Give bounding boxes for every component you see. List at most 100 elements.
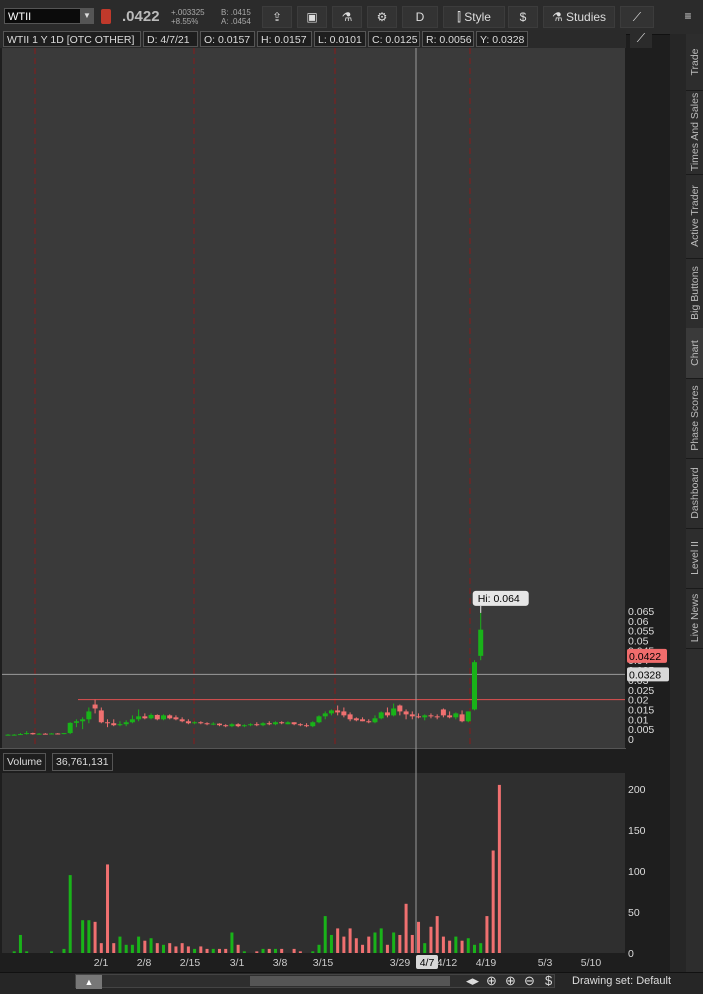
candle-body (335, 710, 341, 713)
share-icon[interactable]: ⇪ (262, 6, 292, 28)
side-tab-active-trader[interactable]: Active Trader (686, 174, 703, 259)
volume-tick-label: 0 (628, 948, 634, 960)
volume-bar (435, 916, 439, 953)
volume-bar (236, 944, 240, 953)
volume-bar (398, 934, 402, 953)
drawing-tools-icon[interactable]: ⟋ (620, 6, 654, 28)
dollar-icon[interactable]: $ (508, 6, 538, 28)
studies-button[interactable]: ⚗ Studies (543, 6, 615, 28)
ask-price: A: .0454 (221, 17, 251, 26)
cursor-price-bubble-label: 0.0328 (629, 669, 661, 681)
zoom-in-icon[interactable]: ⊕ (505, 973, 516, 989)
volume-bar (124, 944, 128, 953)
candle-body (30, 733, 36, 735)
volume-bar (25, 951, 29, 953)
chart-area[interactable]: 00.0050.010.0150.020.0250.030.0350.040.0… (0, 34, 670, 974)
volume-bar (329, 934, 333, 953)
volume-bar (93, 921, 97, 953)
volume-bar (292, 948, 296, 953)
price-tick-label: 0.065 (628, 606, 654, 618)
volume-bar (168, 943, 172, 953)
candle-body (310, 722, 316, 727)
panel-divider (0, 748, 626, 749)
dollar-icon[interactable]: $ (545, 973, 552, 988)
candle-body (254, 724, 260, 726)
drawing-set-label[interactable]: Drawing set: Default (572, 975, 671, 987)
flask-icon[interactable]: ⚗ (332, 6, 362, 28)
x-tick-label: 4/12 (437, 957, 458, 969)
candle-body (248, 724, 254, 726)
candle-body (86, 711, 92, 720)
high-bubble-label: Hi: 0.064 (478, 593, 520, 605)
candle-body (210, 723, 216, 725)
candle-body (61, 733, 67, 735)
side-tab-label: Live News (688, 593, 701, 643)
candle-body (272, 722, 278, 725)
side-tab-phase-scores[interactable]: Phase Scores (686, 378, 703, 459)
candle-body (129, 719, 135, 723)
style-button[interactable]: ⫿ Style (443, 6, 505, 28)
candle-body (304, 725, 310, 727)
volume-bar (130, 944, 134, 953)
volume-bar (87, 920, 91, 953)
volume-bar (106, 864, 110, 953)
candle-body (397, 705, 403, 712)
candle-body (360, 719, 366, 722)
volume-bar (50, 951, 54, 953)
volume-bar (473, 944, 476, 953)
style-label: Style (464, 10, 491, 24)
side-tab-label: Level II (688, 541, 701, 575)
gear-icon[interactable]: ⚙ (367, 6, 397, 28)
side-tab-big-buttons[interactable]: Big Buttons (686, 258, 703, 329)
side-tab-chart[interactable]: Chart (686, 328, 703, 379)
crosshair-icon[interactable]: ⊕ (486, 973, 497, 989)
volume-bar (404, 903, 408, 953)
timeframe-button[interactable]: D (402, 6, 438, 28)
candle-body (341, 711, 347, 716)
symbol-dropdown-icon[interactable]: ▼ (80, 9, 94, 23)
volume-bar (217, 948, 221, 953)
volume-bar (429, 926, 433, 953)
x-tick-label: 2/8 (137, 957, 152, 969)
menu-icon[interactable]: ≡ (676, 6, 700, 28)
candle-body (105, 722, 111, 724)
chart-settings-icon[interactable]: ▣ (297, 6, 327, 28)
scrollbar-thumb[interactable] (250, 976, 450, 986)
home-icon[interactable]: ▲ (76, 975, 102, 989)
side-tab-level-ii[interactable]: Level II (686, 528, 703, 589)
price-panel-bg (2, 48, 625, 748)
candle-body (229, 724, 235, 727)
candle-body (179, 719, 185, 722)
price-scroll-column[interactable] (670, 34, 686, 974)
zoom-out-icon[interactable]: ⊖ (524, 973, 535, 989)
candle-body (148, 714, 154, 719)
volume-bar (410, 934, 414, 953)
candle-body (17, 734, 23, 736)
studies-label: Studies (566, 10, 607, 24)
candle-body (378, 712, 384, 719)
candle-body (322, 713, 328, 717)
volume-bar (242, 951, 246, 953)
volume-bar (267, 948, 271, 953)
volume-bar (479, 943, 483, 953)
side-tab-dashboard[interactable]: Dashboard (686, 458, 703, 529)
volume-bar (193, 948, 197, 953)
volume-bar (367, 936, 371, 953)
volume-bar (323, 916, 327, 953)
candle-body (123, 722, 129, 725)
x-tick-label: 2/15 (180, 957, 201, 969)
pan-arrows-icon[interactable]: ◂▸ (466, 973, 479, 989)
cursor-date-label: 4/7 (420, 957, 435, 969)
candle-body (36, 733, 42, 735)
volume-label: Volume (3, 753, 47, 771)
volume-tick-label: 150 (628, 825, 646, 837)
side-tab-live-news[interactable]: Live News (686, 588, 703, 649)
candle-body (316, 716, 322, 723)
side-tab-times-and-sales[interactable]: Times And Sales (686, 90, 703, 175)
candle-body (11, 734, 17, 736)
candle-body (391, 708, 397, 716)
candle-body (136, 716, 142, 720)
candle-body (111, 723, 117, 726)
x-tick-label: 3/15 (313, 957, 334, 969)
side-tab-trade[interactable]: Trade (686, 34, 703, 91)
